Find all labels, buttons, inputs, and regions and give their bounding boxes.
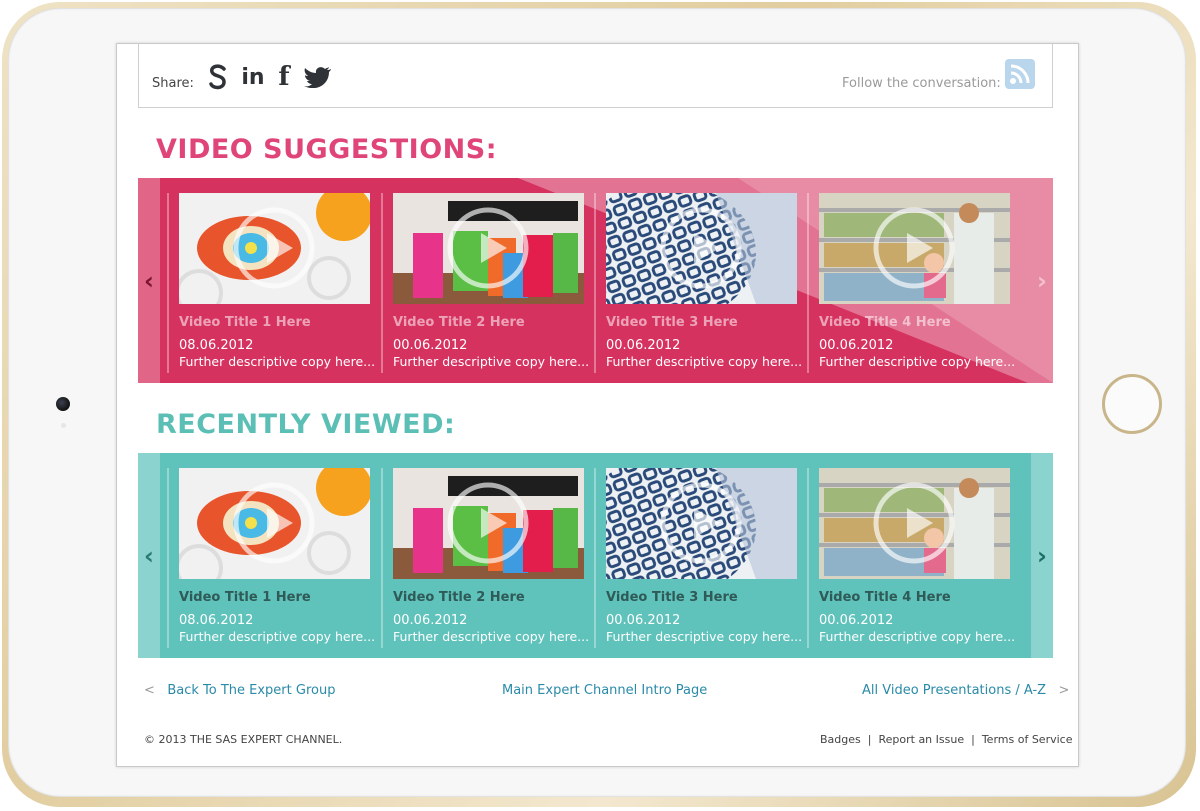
video-thumbnail[interactable]	[179, 468, 370, 579]
video-description: Further descriptive copy here...	[393, 629, 590, 644]
recently-viewed-carousel: ‹ › Video Title 1 Here 08.06.2012 Furthe…	[138, 453, 1053, 658]
video-date: 00.06.2012	[606, 338, 681, 353]
video-title[interactable]: Video Title 2 Here	[393, 590, 525, 605]
front-camera	[56, 397, 70, 411]
video-title[interactable]: Video Title 1 Here	[179, 590, 311, 605]
video-thumbnail[interactable]	[393, 193, 584, 304]
follow-conversation-text: Follow the conversation:	[842, 76, 1001, 91]
video-thumbnail[interactable]	[179, 193, 370, 304]
video-title[interactable]: Video Title 2 Here	[393, 315, 525, 330]
chevron-right-icon: >	[1058, 683, 1070, 698]
video-date: 08.06.2012	[179, 613, 254, 628]
home-button[interactable]	[1102, 374, 1162, 434]
terms-of-service-link[interactable]: Terms of Service	[982, 733, 1073, 746]
all-link-label[interactable]: All Video Presentations / A-Z	[862, 683, 1046, 698]
video-suggestions-carousel: ‹ › Video Title 1 Here 08.06.2012 Furthe…	[138, 178, 1053, 383]
carousel-next-arrow[interactable]: ›	[1031, 453, 1053, 658]
video-title[interactable]: Video Title 4 Here	[819, 315, 951, 330]
recently-viewed-title: RECENTLY VIEWED:	[156, 409, 456, 440]
footer-links: Badges | Report an Issue | Terms of Serv…	[820, 733, 1072, 746]
main-link-label[interactable]: Main Expert Channel Intro Page	[502, 683, 707, 698]
video-suggestions-title: VIDEO SUGGESTIONS:	[156, 134, 497, 165]
video-thumbnail[interactable]	[819, 468, 1010, 579]
video-title[interactable]: Video Title 1 Here	[179, 315, 311, 330]
carousel-next-arrow[interactable]: ›	[1031, 178, 1053, 383]
copyright-text: © 2013 THE SAS EXPERT CHANNEL.	[144, 733, 343, 746]
carousel-prev-arrow[interactable]: ‹	[138, 453, 160, 658]
video-date: 00.06.2012	[819, 613, 894, 628]
video-description: Further descriptive copy here...	[819, 354, 1016, 369]
video-card[interactable]: Video Title 3 Here 00.06.2012 Further de…	[594, 193, 803, 373]
chevron-left-icon: <	[144, 683, 155, 698]
video-card[interactable]: Video Title 1 Here 08.06.2012 Further de…	[167, 468, 376, 648]
video-title[interactable]: Video Title 3 Here	[606, 590, 738, 605]
linkedin-icon[interactable]: in	[240, 63, 266, 91]
report-issue-link[interactable]: Report an Issue	[878, 733, 964, 746]
video-thumbnail[interactable]	[819, 193, 1010, 304]
light-sensor	[61, 423, 66, 428]
facebook-icon[interactable]: f	[274, 62, 294, 92]
footer-separator: |	[971, 733, 975, 746]
video-card[interactable]: Video Title 2 Here 00.06.2012 Further de…	[381, 193, 590, 373]
video-card[interactable]: Video Title 4 Here 00.06.2012 Further de…	[807, 468, 1016, 648]
video-description: Further descriptive copy here...	[179, 629, 376, 644]
video-card[interactable]: Video Title 2 Here 00.06.2012 Further de…	[381, 468, 590, 648]
video-title[interactable]: Video Title 4 Here	[819, 590, 951, 605]
share-bar: Share: in f Follow the conversation:	[138, 44, 1053, 108]
video-date: 00.06.2012	[393, 338, 468, 353]
twitter-icon[interactable]	[303, 63, 333, 91]
carousel-prev-arrow[interactable]: ‹	[138, 178, 160, 383]
video-date: 00.06.2012	[393, 613, 468, 628]
video-description: Further descriptive copy here...	[819, 629, 1016, 644]
skype-icon[interactable]	[205, 63, 231, 91]
badges-link[interactable]: Badges	[820, 733, 861, 746]
video-date: 00.06.2012	[819, 338, 894, 353]
video-title[interactable]: Video Title 3 Here	[606, 315, 738, 330]
video-date: 08.06.2012	[179, 338, 254, 353]
video-description: Further descriptive copy here...	[393, 354, 590, 369]
screen: Share: in f Follow the conversation: VID…	[116, 43, 1079, 767]
video-card[interactable]: Video Title 3 Here 00.06.2012 Further de…	[594, 468, 803, 648]
video-thumbnail[interactable]	[606, 193, 797, 304]
main-expert-channel-link[interactable]: Main Expert Channel Intro Page	[502, 683, 707, 698]
back-link-label[interactable]: Back To The Expert Group	[167, 683, 335, 698]
video-thumbnail[interactable]	[393, 468, 584, 579]
rss-icon[interactable]	[1005, 59, 1035, 89]
video-description: Further descriptive copy here...	[179, 354, 376, 369]
video-thumbnail[interactable]	[606, 468, 797, 579]
video-card[interactable]: Video Title 1 Here 08.06.2012 Further de…	[167, 193, 376, 373]
back-to-expert-group-link[interactable]: < Back To The Expert Group	[144, 683, 335, 698]
video-description: Further descriptive copy here...	[606, 629, 803, 644]
video-card[interactable]: Video Title 4 Here 00.06.2012 Further de…	[807, 193, 1016, 373]
video-date: 00.06.2012	[606, 613, 681, 628]
footer-separator: |	[867, 733, 872, 746]
video-description: Further descriptive copy here...	[606, 354, 803, 369]
share-label: Share:	[152, 76, 194, 91]
all-video-presentations-link[interactable]: All Video Presentations / A-Z >	[862, 683, 1069, 698]
